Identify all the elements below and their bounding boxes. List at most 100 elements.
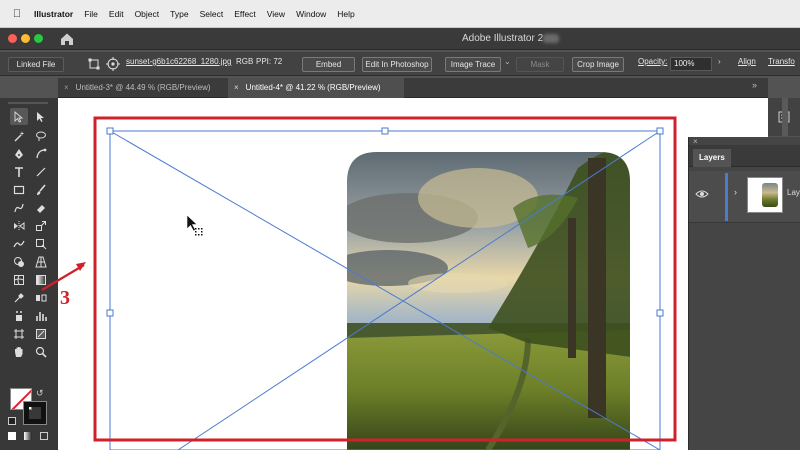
slice-tool[interactable] [32, 325, 50, 342]
perspective-grid-tool[interactable] [32, 253, 50, 270]
line-segment-tool[interactable] [32, 163, 50, 180]
reflect-tool[interactable] [10, 217, 28, 234]
menu-illustrator[interactable]: Illustrator [34, 9, 81, 19]
menu-view[interactable]: View [267, 9, 293, 19]
menu-help[interactable]: Help [337, 9, 362, 19]
transform-link[interactable]: Transfo [768, 57, 795, 66]
rectangle-tool[interactable] [10, 181, 28, 198]
image-trace-button[interactable]: Image Trace [445, 57, 501, 72]
transform-each-icon[interactable] [88, 58, 100, 70]
bbox-handle[interactable] [106, 127, 114, 135]
scale-icon [36, 220, 46, 231]
lasso-icon [36, 131, 46, 141]
apple-menu-icon[interactable]:  [0, 8, 34, 20]
bbox-handle[interactable] [656, 309, 664, 317]
layer-thumbnail [747, 177, 783, 213]
eye-icon[interactable] [695, 189, 709, 199]
placed-image[interactable] [328, 148, 638, 450]
image-trace-dropdown-icon[interactable]: ⌄ [504, 57, 511, 66]
shape-builder-icon [14, 256, 24, 267]
crop-image-button[interactable]: Crop Image [572, 57, 624, 72]
tabs-overflow-icon[interactable]: » [752, 80, 757, 90]
color-mode-icon[interactable] [8, 432, 16, 440]
opacity-label[interactable]: Opacity: [638, 57, 667, 66]
mesh-tool[interactable] [10, 271, 28, 288]
file-name-link[interactable]: sunset-g6b1c62268_1280.jpg [126, 57, 231, 66]
menu-effect[interactable]: Effect [234, 9, 264, 19]
shape-builder-tool[interactable] [10, 253, 28, 270]
artboard-canvas[interactable] [58, 98, 768, 450]
edit-in-photoshop-button[interactable]: Edit In Photoshop [362, 57, 432, 72]
expand-layer-icon[interactable]: › [734, 187, 737, 197]
artboard-tool[interactable] [10, 325, 28, 342]
home-icon[interactable] [58, 31, 76, 47]
layers-tab[interactable]: Layers [693, 149, 731, 167]
close-tab-icon[interactable]: × [234, 83, 239, 92]
scale-tool[interactable] [32, 217, 50, 234]
direct-selection-tool[interactable] [32, 108, 50, 125]
symbol-sprayer-tool[interactable] [10, 307, 28, 324]
close-tab-icon[interactable]: × [64, 83, 69, 92]
bbox-handle[interactable] [106, 309, 114, 317]
paintbrush-tool[interactable] [32, 181, 50, 198]
lasso-tool[interactable] [32, 127, 50, 144]
free-transform-tool[interactable] [32, 235, 50, 252]
toolbar-grip[interactable] [8, 102, 48, 104]
brush-icon [37, 183, 46, 195]
stroke-swatch[interactable] [23, 401, 47, 425]
eraser-tool[interactable] [32, 199, 50, 216]
ppi-label: PPI: 72 [256, 57, 283, 66]
reflect-icon [14, 220, 25, 231]
column-graph-tool[interactable] [32, 307, 50, 324]
curvature-icon [36, 148, 47, 158]
pen-tool[interactable] [10, 145, 28, 162]
menu-window[interactable]: Window [296, 9, 334, 19]
align-link[interactable]: Align [738, 57, 756, 66]
bbox-handle[interactable] [381, 127, 389, 135]
type-tool[interactable] [10, 163, 28, 180]
gradient-tool[interactable] [32, 271, 50, 288]
close-window-button[interactable] [8, 34, 17, 43]
curvature-tool[interactable] [32, 145, 50, 162]
opacity-input[interactable]: 100% [670, 57, 712, 71]
type-icon [15, 166, 23, 177]
zoom-tool[interactable] [32, 343, 50, 360]
menu-object[interactable]: Object [135, 9, 168, 19]
warp-icon [13, 240, 25, 247]
embed-button[interactable]: Embed [302, 57, 355, 72]
linked-file-button[interactable]: Linked File [8, 57, 64, 72]
minimize-window-button[interactable] [21, 34, 30, 43]
selection-tool[interactable] [10, 108, 28, 125]
menu-file[interactable]: File [84, 9, 106, 19]
blend-icon [36, 294, 47, 301]
menu-select[interactable]: Select [200, 9, 232, 19]
default-colors-icon[interactable] [8, 417, 16, 425]
menubar:  Illustrator File Edit Object Type Sele… [0, 0, 800, 28]
eyedropper-tool[interactable] [10, 289, 28, 306]
mouse-cursor-icon [186, 214, 203, 236]
bbox-handle[interactable] [656, 127, 664, 135]
shaper-tool[interactable] [10, 199, 28, 216]
magic-wand-icon [14, 130, 25, 141]
tab-untitled-3[interactable]: × Untitled-3* @ 44.49 % (RGB/Preview) [58, 78, 228, 98]
mesh-icon [14, 274, 24, 285]
target-icon[interactable] [106, 57, 120, 71]
hand-tool[interactable] [10, 343, 28, 360]
blend-tool[interactable] [32, 289, 50, 306]
layer-row[interactable]: › Lay [689, 171, 800, 223]
slice-icon [36, 328, 46, 339]
opacity-arrow-icon[interactable]: › [718, 57, 721, 66]
vertical-scrollbar[interactable] [782, 98, 788, 136]
menu-type[interactable]: Type [170, 9, 196, 19]
gradient-mode-icon[interactable] [24, 432, 32, 440]
swap-fill-stroke-icon[interactable]: ↺ [36, 388, 44, 399]
none-mode-icon[interactable] [40, 432, 48, 440]
tools-panel: ↺ [0, 98, 58, 450]
layer-name[interactable]: Lay [787, 188, 800, 197]
menu-edit[interactable]: Edit [109, 9, 132, 19]
document-tab-bar: × Untitled-3* @ 44.49 % (RGB/Preview) × Un… [58, 78, 768, 98]
tab-untitled-4[interactable]: × Untitled-4* @ 41.22 % (RGB/Preview) [228, 78, 404, 98]
zoom-window-button[interactable] [34, 34, 43, 43]
warp-tool[interactable] [10, 235, 28, 252]
magic-wand-tool[interactable] [10, 127, 28, 144]
